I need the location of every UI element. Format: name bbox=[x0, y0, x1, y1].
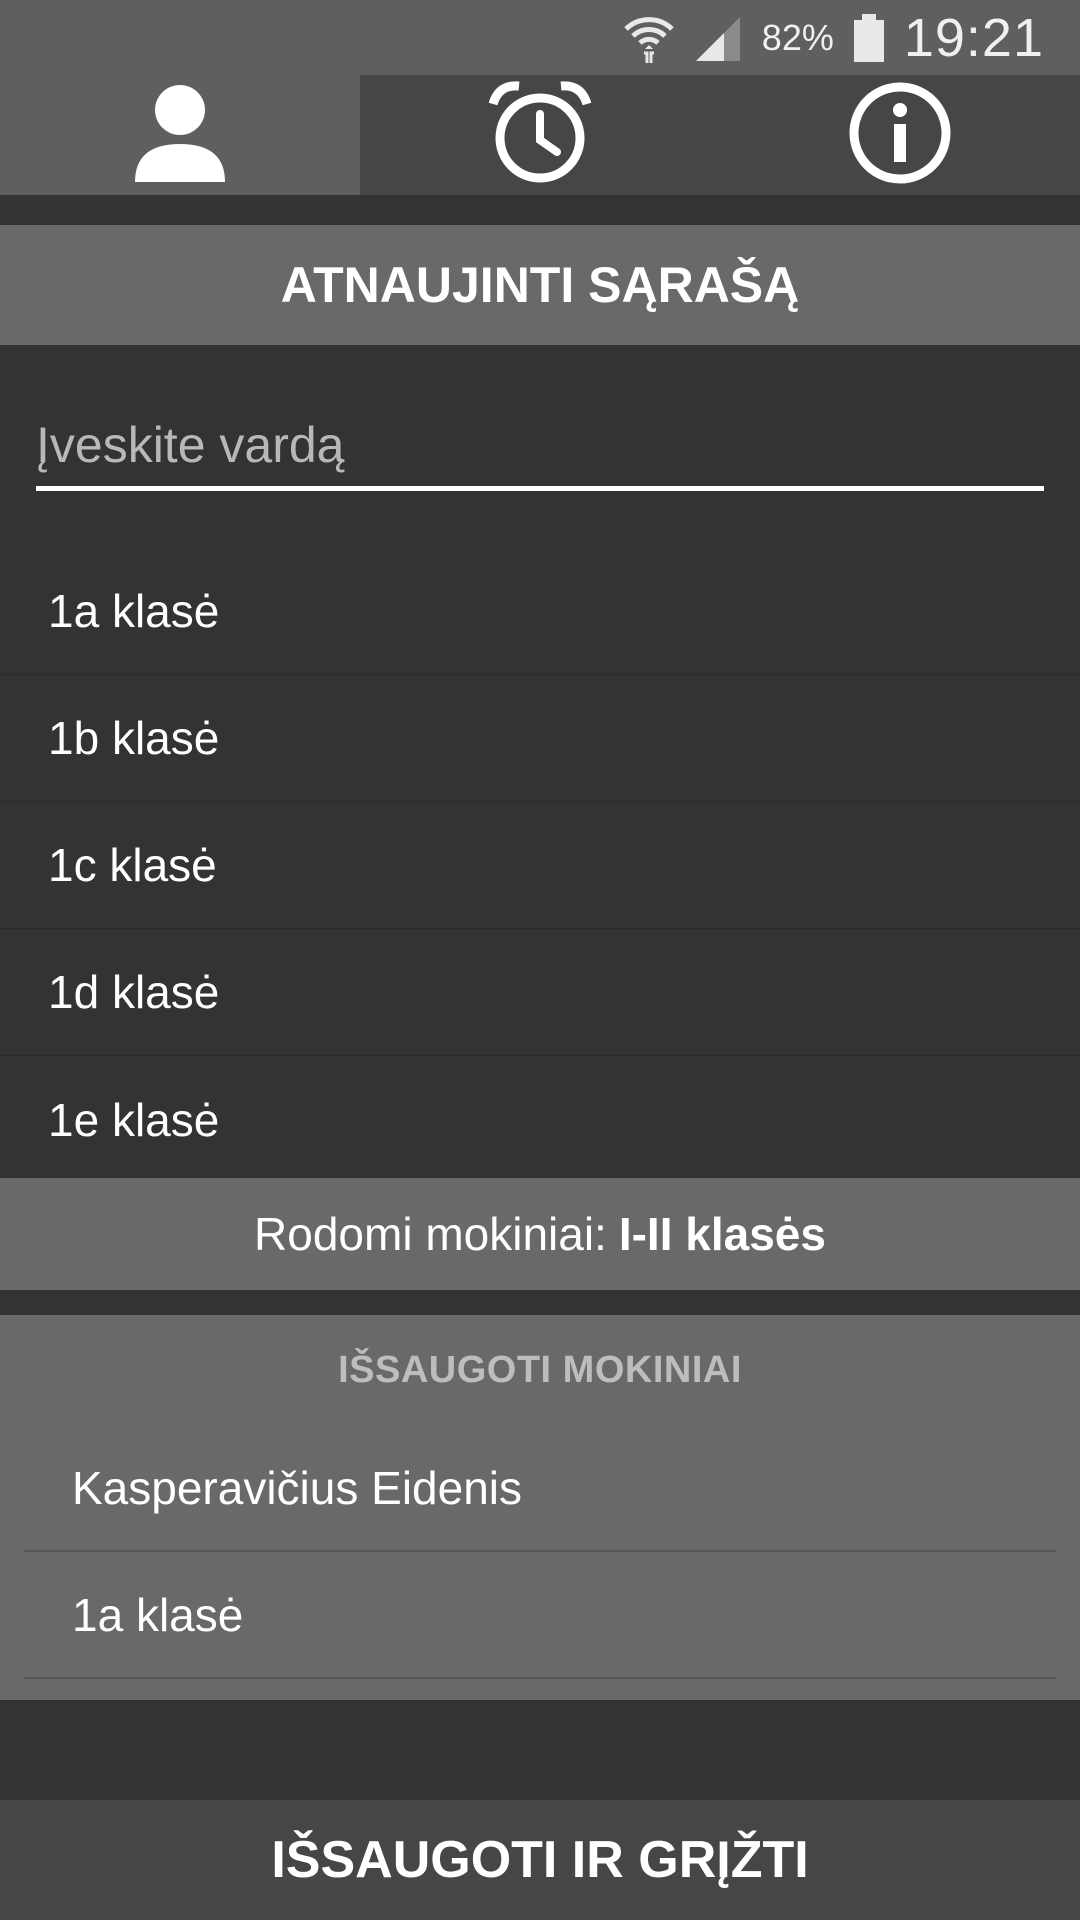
info-icon bbox=[845, 78, 955, 193]
signal-icon bbox=[694, 13, 744, 63]
refresh-list-button[interactable]: ATNAUJINTI SĄRAŠĄ bbox=[0, 225, 1080, 345]
list-item-class[interactable]: 1e klasė bbox=[0, 1056, 1080, 1183]
tab-alarm[interactable] bbox=[360, 75, 720, 195]
saved-list-item[interactable]: Kasperavičius Eidenis bbox=[24, 1425, 1056, 1552]
saved-list-item[interactable]: 1a klasė bbox=[24, 1552, 1056, 1679]
clock: 19:21 bbox=[903, 7, 1044, 68]
name-search-input[interactable] bbox=[36, 405, 1044, 485]
list-item-class[interactable]: 1a klasė bbox=[0, 548, 1080, 675]
status-bar: 82% 19:21 bbox=[0, 0, 1080, 75]
alarm-clock-icon bbox=[485, 78, 595, 193]
filter-value: I-II klasės bbox=[618, 1208, 826, 1260]
saved-students-title: IŠSAUGOTI MOKINIAI bbox=[338, 1348, 742, 1391]
save-and-back-button[interactable]: IŠSAUGOTI IR GRĮŽTI bbox=[0, 1800, 1080, 1920]
list-item-class[interactable]: 1b klasė bbox=[0, 675, 1080, 802]
battery-icon bbox=[852, 12, 886, 64]
tab-info[interactable] bbox=[720, 75, 1080, 195]
filter-prefix: Rodomi mokiniai: bbox=[254, 1208, 607, 1260]
grade-filter-bar[interactable]: Rodomi mokiniai: I-II klasės bbox=[0, 1178, 1080, 1290]
battery-percent: 82% bbox=[761, 16, 834, 58]
list-item-class[interactable]: 1d klasė bbox=[0, 929, 1080, 1056]
wifi-icon bbox=[622, 11, 676, 65]
tab-students[interactable] bbox=[0, 75, 360, 195]
saved-students-panel: IŠSAUGOTI MOKINIAI Kasperavičius Eidenis… bbox=[0, 1315, 1080, 1700]
divider bbox=[0, 195, 1080, 225]
person-icon bbox=[125, 78, 235, 193]
class-list: 1a klasė 1b klasė 1c klasė 1d klasė 1e k… bbox=[0, 548, 1080, 1183]
list-item-class[interactable]: 1c klasė bbox=[0, 802, 1080, 929]
search-field bbox=[36, 405, 1044, 491]
saved-students-list: Kasperavičius Eidenis 1a klasė bbox=[24, 1425, 1056, 1679]
tab-bar bbox=[0, 75, 1080, 195]
